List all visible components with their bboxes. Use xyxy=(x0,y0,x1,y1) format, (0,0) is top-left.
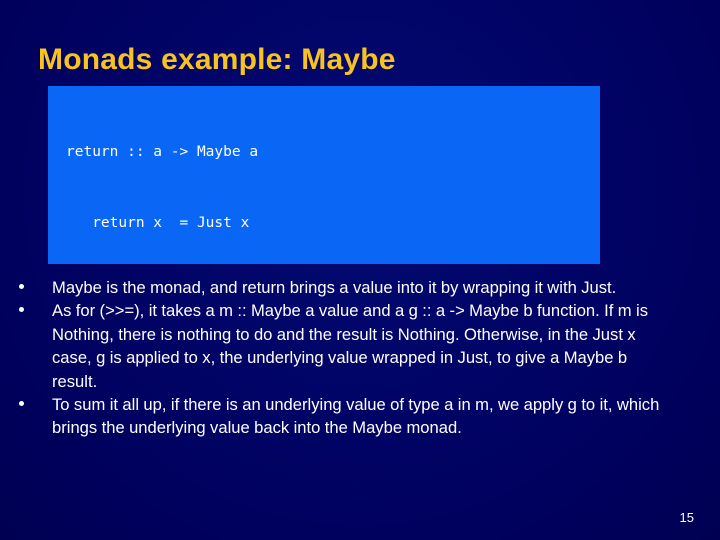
list-item-text: Maybe is the monad, and return brings a … xyxy=(52,278,617,297)
code-lines: return :: a -> Maybe a return x = Just x… xyxy=(48,93,600,264)
bullet-dot-icon xyxy=(19,284,24,289)
list-item-text: To sum it all up, if there is an underly… xyxy=(52,395,660,438)
list-item: Maybe is the monad, and return brings a … xyxy=(0,276,700,299)
code-line: return :: a -> Maybe a xyxy=(66,143,259,160)
bullet-dot-icon xyxy=(19,307,24,313)
page-title: Monads example: Maybe xyxy=(38,43,396,76)
code-block: return :: a -> Maybe a return x = Just x… xyxy=(48,86,600,264)
bullet-list: Maybe is the monad, and return brings a … xyxy=(0,276,700,440)
list-item-text: As for (>>=), it takes a m :: Maybe a va… xyxy=(52,301,649,391)
list-item: To sum it all up, if there is an underly… xyxy=(0,393,700,440)
bullet-dot-icon xyxy=(19,401,24,407)
code-line: return x = Just x xyxy=(66,214,250,231)
list-item: As for (>>=), it takes a m :: Maybe a va… xyxy=(0,299,700,393)
page-number: 15 xyxy=(679,510,694,525)
slide: Monads example: Maybe return :: a -> May… xyxy=(0,0,720,540)
